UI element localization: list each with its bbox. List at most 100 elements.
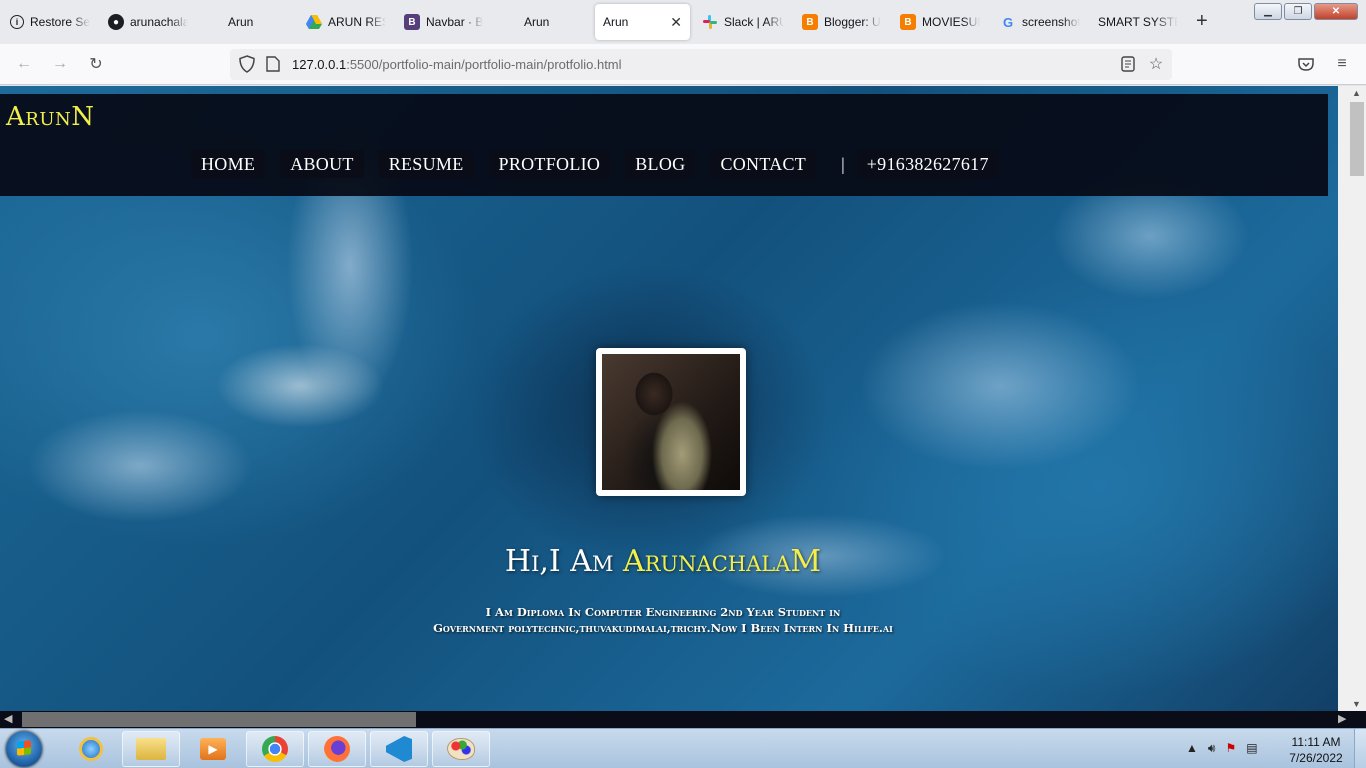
github-icon: ● <box>108 14 124 30</box>
tab-strip: i Restore Se ● arunachala Arun ARUN RES … <box>0 0 1366 44</box>
close-tab-icon[interactable]: ✕ <box>670 14 682 31</box>
blank-page-icon <box>502 14 518 30</box>
tab-label: Arun <box>228 15 254 29</box>
clock-time: 11:11 AM <box>1291 735 1341 749</box>
chrome-icon <box>262 736 288 762</box>
google-drive-icon <box>306 14 322 30</box>
media-player-icon: ▶ <box>200 738 226 760</box>
site-brand-logo[interactable]: ArunN <box>6 102 95 132</box>
action-center-icon[interactable]: ⚑ <box>1225 741 1236 756</box>
profile-photo-frame <box>596 348 746 496</box>
tab-label: Slack | ARU <box>724 15 784 29</box>
taskbar-media-player[interactable]: ▶ <box>184 731 242 767</box>
firefox-icon <box>324 736 350 762</box>
back-arrow-icon[interactable]: ← <box>13 53 35 75</box>
hero-name: ArunachalaM <box>623 544 822 579</box>
tab-bootstrap[interactable]: B Navbar · B <box>396 4 492 40</box>
menu-home[interactable]: HOME <box>191 150 266 178</box>
minimize-button[interactable]: ▁ <box>1254 3 1282 20</box>
vertical-scroll-thumb[interactable] <box>1350 102 1364 176</box>
menu-separator: | <box>841 153 845 174</box>
start-button[interactable] <box>6 731 42 767</box>
internet-explorer-icon <box>79 737 103 761</box>
address-bar[interactable]: 127.0.0.1:5500/portfolio-main/portfolio-… <box>230 49 1172 80</box>
new-tab-button[interactable]: + <box>1196 10 1208 33</box>
blank-page-icon <box>206 14 222 30</box>
window-controls: ▁ ❐ ✕ <box>1254 3 1358 20</box>
scroll-right-arrow-icon[interactable]: ▶ <box>1338 712 1346 725</box>
taskbar-chrome[interactable] <box>246 731 304 767</box>
tab-slack[interactable]: Slack | ARU <box>694 4 792 40</box>
page-viewport: ArunN HOME ABOUT RESUME PROTFOLIO BLOG C… <box>0 86 1338 711</box>
show-desktop-button[interactable] <box>1354 729 1366 768</box>
shield-icon[interactable] <box>236 53 258 75</box>
bootstrap-icon: B <box>404 14 420 30</box>
page-icon[interactable] <box>262 53 284 75</box>
menu-phone[interactable]: +916382627617 <box>856 150 999 178</box>
url-path: :5500/portfolio-main/portfolio-main/prot… <box>346 57 622 72</box>
tab-label: SMART SYSTE <box>1098 15 1178 29</box>
tab-arun-active[interactable]: Arun ✕ <box>595 4 690 40</box>
tab-drive[interactable]: ARUN RES <box>298 4 394 40</box>
site-header: ArunN HOME ABOUT RESUME PROTFOLIO BLOG C… <box>0 94 1328 196</box>
hero-greeting: Hi,I Am <box>504 544 623 579</box>
menu-resume[interactable]: RESUME <box>378 150 474 178</box>
show-hidden-icons-icon[interactable]: ▲ <box>1186 741 1198 756</box>
taskbar-internet-explorer[interactable] <box>62 731 120 767</box>
tab-blogger-2[interactable]: B MOVIESUB <box>892 4 988 40</box>
tab-label: MOVIESUB <box>922 15 980 29</box>
hero-description-line: I Am Diploma In Computer Engineering 2nd… <box>485 605 841 619</box>
tab-google-search[interactable]: G screenshot <box>992 4 1088 40</box>
tab-blogger-1[interactable]: B Blogger: U <box>794 4 890 40</box>
tab-label: screenshot <box>1022 15 1080 29</box>
tab-restore-session[interactable]: i Restore Se <box>2 4 98 40</box>
tab-label: Restore Se <box>30 15 90 29</box>
close-window-button[interactable]: ✕ <box>1314 3 1358 20</box>
tab-arun-2[interactable]: Arun <box>494 4 590 40</box>
horizontal-scrollbar[interactable]: ◀ ▶ <box>0 711 1366 728</box>
volume-icon[interactable]: 🔊︎ <box>1208 741 1216 756</box>
bookmark-star-icon[interactable]: ☆ <box>1145 53 1167 75</box>
taskbar-file-explorer[interactable] <box>122 731 180 767</box>
pocket-icon[interactable] <box>1295 53 1317 75</box>
taskbar-paint[interactable] <box>432 731 490 767</box>
hero-description-line: Government polytechnic,thuvakudimalai,tr… <box>433 621 893 635</box>
tab-label: Arun <box>524 15 550 29</box>
slack-icon <box>702 14 718 30</box>
taskbar-clock[interactable]: 11:11 AM 7/26/2022 <box>1284 734 1348 766</box>
network-icon[interactable]: ▤ <box>1246 741 1257 756</box>
taskbar-firefox[interactable] <box>308 731 366 767</box>
menu-blog[interactable]: BLOG <box>625 150 696 178</box>
menu-about[interactable]: ABOUT <box>280 150 364 178</box>
blogger-icon: B <box>900 14 916 30</box>
vscode-icon <box>386 736 412 762</box>
forward-arrow-icon[interactable]: → <box>49 53 71 75</box>
horizontal-scroll-thumb[interactable] <box>22 712 416 727</box>
clock-date: 7/26/2022 <box>1289 751 1343 765</box>
tab-label: ARUN RES <box>328 15 386 29</box>
windows-logo-icon <box>17 740 31 756</box>
menu-contact[interactable]: CONTACT <box>710 150 817 178</box>
paint-icon <box>447 738 475 760</box>
reader-view-icon[interactable] <box>1117 53 1139 75</box>
tab-arun-1[interactable]: Arun <box>198 4 294 40</box>
reload-icon[interactable]: ↻ <box>85 53 107 75</box>
taskbar-vscode[interactable] <box>370 731 428 767</box>
hero-heading: Hi,I Am ArunachalaM <box>0 544 1326 579</box>
scroll-up-arrow-icon[interactable]: ▲ <box>1352 88 1361 98</box>
tab-label: Blogger: U <box>824 15 881 29</box>
info-icon: i <box>10 15 24 29</box>
tab-github[interactable]: ● arunachala <box>100 4 196 40</box>
tab-smart-system[interactable]: SMART SYSTE <box>1090 4 1186 40</box>
url-text[interactable]: 127.0.0.1:5500/portfolio-main/portfolio-… <box>292 57 622 72</box>
vertical-scrollbar[interactable]: ▲ ▼ <box>1338 86 1366 711</box>
tab-label: Arun <box>603 15 629 29</box>
tab-label: Navbar · B <box>426 15 484 29</box>
scroll-left-arrow-icon[interactable]: ◀ <box>4 712 12 725</box>
maximize-button[interactable]: ❐ <box>1284 3 1312 20</box>
menu-portfolio[interactable]: PROTFOLIO <box>488 150 611 178</box>
scroll-down-arrow-icon[interactable]: ▼ <box>1352 699 1361 709</box>
taskbar: ▶ ▲ 🔊︎ ⚑ ▤ 11:11 AM 7/26/2022 <box>0 728 1366 768</box>
system-tray: ▲ 🔊︎ ⚑ ▤ <box>1186 741 1258 756</box>
hamburger-menu-icon[interactable]: ≡ <box>1331 53 1353 75</box>
